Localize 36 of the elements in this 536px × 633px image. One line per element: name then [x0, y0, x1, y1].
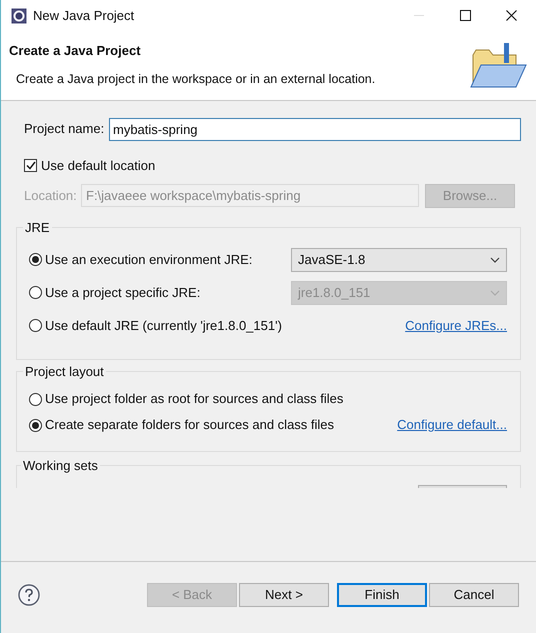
radio-button[interactable] — [29, 418, 42, 432]
minimize-icon — [414, 15, 424, 16]
radio-label: Create separate folders for sources and class files — [45, 416, 334, 434]
folder-icon — [468, 41, 528, 89]
radio-button[interactable] — [29, 392, 42, 406]
close-icon — [506, 10, 516, 21]
radio-button[interactable] — [29, 253, 42, 266]
configure-jres-link[interactable]: Configure JREs... — [405, 316, 507, 336]
group-title: Project layout — [24, 362, 105, 381]
jre-dropdown[interactable]: JavaSE-1.8 — [291, 248, 507, 272]
group-title: JRE — [24, 218, 51, 236]
checkbox[interactable] — [24, 159, 37, 172]
chevron-down-icon — [490, 290, 500, 296]
radio-label: Use a project specific JRE: — [45, 284, 200, 302]
field-label: Project name: — [24, 120, 106, 138]
radio-label: Use project folder as root for sources and class files — [45, 390, 344, 408]
checkbox-label: Use default location — [41, 157, 156, 175]
eclipse-icon — [11, 8, 27, 24]
dialog-button[interactable]: Finish — [337, 583, 427, 607]
help-icon — [18, 584, 40, 606]
field-label: Location: — [24, 186, 78, 205]
dialog-button[interactable]: Cancel — [429, 583, 519, 607]
checkmark-icon — [26, 161, 36, 170]
header-title: Create a Java Project — [9, 42, 142, 60]
dialog-button[interactable]: Next > — [239, 583, 329, 607]
window-title: New Java Project — [33, 6, 134, 25]
radio-label: Use an execution environment JRE: — [45, 250, 252, 269]
radio-button[interactable] — [29, 319, 42, 332]
chevron-down-icon — [490, 256, 500, 262]
project-name-field[interactable]: mybatis-spring — [109, 118, 521, 140]
group-title: Working sets — [22, 456, 99, 475]
radio-label: Use default JRE (currently 'jre1.8.0_151') — [45, 316, 282, 335]
maximize-icon — [460, 10, 470, 21]
configure-default-link[interactable]: Configure default... — [397, 415, 507, 435]
help-button[interactable] — [18, 584, 40, 606]
header-description: Create a Java project in the workspace or in an external location. — [16, 70, 376, 88]
